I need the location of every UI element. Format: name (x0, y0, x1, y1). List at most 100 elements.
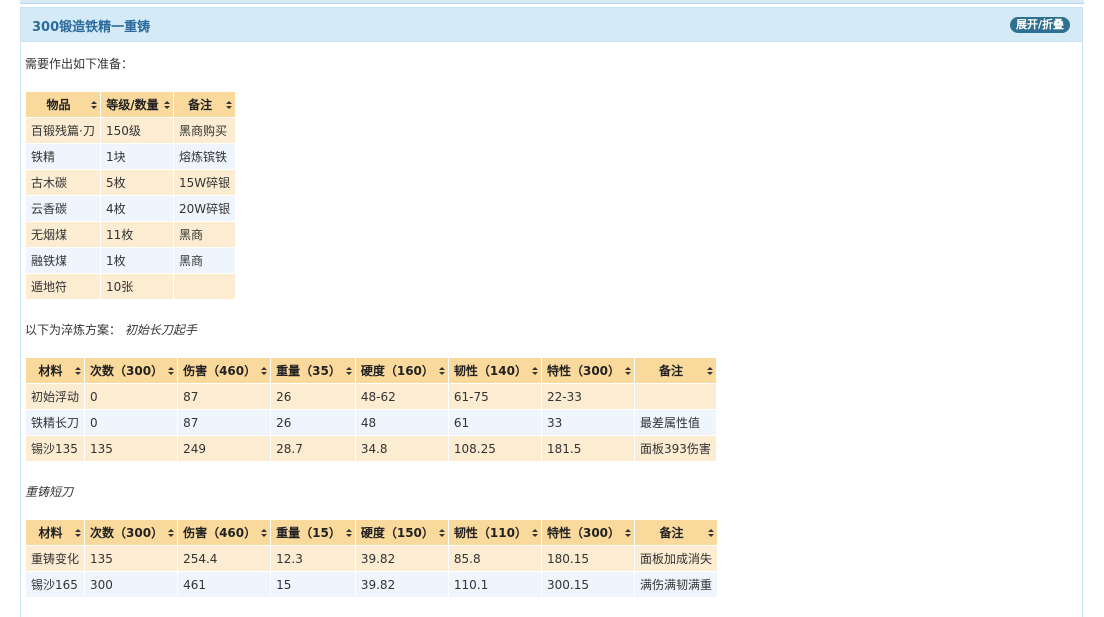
table-row: 锡沙135 135 249 28.7 34.8 108.25 181.5 面板3… (24, 435, 717, 462)
expand-collapse-button[interactable]: 展开/折叠 (1009, 17, 1070, 33)
column-header-note[interactable]: 备注 (172, 91, 237, 118)
sort-icon[interactable] (345, 367, 352, 375)
sort-icon[interactable] (226, 101, 233, 109)
column-header-level[interactable]: 等级/数量 (100, 91, 174, 118)
sort-icon[interactable] (164, 101, 170, 109)
table-cell: 33 (540, 409, 636, 436)
column-header-count[interactable]: 次数（300） (84, 519, 179, 546)
table-row: 锡沙165 300 461 15 39.82 110.1 300.15 满伤满韧… (24, 571, 719, 598)
recast-table: 材料 次数（300） 伤害（460） 重量（15） 硬度（150） 韧性（110… (24, 519, 719, 598)
sort-icon[interactable] (261, 529, 268, 537)
table-cell: 61 (447, 409, 542, 436)
table-cell: 锡沙165 (24, 571, 86, 598)
section-header: 300锻造铁精一重铸 展开/折叠 (21, 8, 1082, 42)
column-header-weight[interactable]: 重量（15） (270, 519, 356, 546)
sort-icon[interactable] (75, 367, 82, 375)
column-header-material[interactable]: 材料 (24, 357, 86, 384)
sort-icon[interactable] (706, 367, 713, 375)
table-row: 重铸变化 135 254.4 12.3 39.82 85.8 180.15 面板… (24, 545, 719, 572)
sort-icon[interactable] (438, 367, 445, 375)
table-cell: 1块 (100, 143, 174, 170)
column-header-note[interactable]: 备注 (634, 519, 719, 546)
table-cell: 181.5 (540, 435, 636, 462)
table-cell: 180.15 (540, 545, 636, 572)
table-cell (172, 273, 237, 300)
table-row: 古木碳 5枚 15W碎银 (25, 169, 237, 196)
column-header-note[interactable]: 备注 (634, 357, 717, 384)
table-cell: 20W碎银 (172, 195, 237, 222)
plan-name: 初始长刀起手 (124, 323, 197, 337)
column-header-material[interactable]: 材料 (24, 519, 86, 546)
table-cell: 黑商 (172, 247, 237, 274)
table-cell: 融铁煤 (25, 247, 101, 274)
table-cell: 461 (177, 571, 272, 598)
sort-icon[interactable] (708, 529, 715, 537)
column-header-damage[interactable]: 伤害（460） (177, 519, 272, 546)
sort-icon[interactable] (168, 529, 175, 537)
table-cell: 面板加成消失 (634, 545, 719, 572)
plan-table: 材料 次数（300） 伤害（460） 重量（35） 硬度（160） 韧性（140… (24, 357, 717, 462)
table-row: 铁精 1块 熔炼镔铁 (25, 143, 237, 170)
table-cell: 无烟煤 (25, 221, 101, 248)
table-cell: 300 (84, 571, 179, 598)
table-cell: 4枚 (100, 195, 174, 222)
table-cell: 249 (177, 435, 272, 462)
column-header-trait[interactable]: 特性（300） (540, 519, 636, 546)
table-cell (634, 383, 717, 410)
sort-icon[interactable] (75, 529, 82, 537)
table-cell: 150级 (100, 117, 174, 144)
table-cell: 重铸变化 (24, 545, 86, 572)
column-header-hardness[interactable]: 硬度（160） (354, 357, 449, 384)
table-cell: 39.82 (354, 571, 449, 598)
section-title: 300锻造铁精一重铸 (32, 20, 151, 35)
table-row: 铁精长刀 0 87 26 48 61 33 最差属性值 (24, 409, 717, 436)
sort-icon[interactable] (625, 367, 632, 375)
sort-icon[interactable] (345, 529, 352, 537)
table-cell: 26 (270, 383, 356, 410)
table-cell: 黑商购买 (172, 117, 237, 144)
column-header-hardness[interactable]: 硬度（150） (354, 519, 449, 546)
intro-text: 需要作出如下准备： (25, 57, 134, 71)
table-cell: 初始浮动 (24, 383, 86, 410)
table-cell: 铁精长刀 (24, 409, 86, 436)
table-cell: 5枚 (100, 169, 174, 196)
table-cell: 铁精 (25, 143, 101, 170)
column-header-damage[interactable]: 伤害（460） (177, 357, 272, 384)
table-cell: 48 (354, 409, 449, 436)
table-cell: 26 (270, 409, 356, 436)
table-cell: 87 (177, 409, 272, 436)
column-header-weight[interactable]: 重量（35） (270, 357, 356, 384)
table-cell: 48-62 (354, 383, 449, 410)
table-cell: 百锻残篇·刀 (25, 117, 101, 144)
table-cell: 古木碳 (25, 169, 101, 196)
sort-icon[interactable] (531, 529, 538, 537)
sort-icon[interactable] (531, 367, 538, 375)
table-cell: 0 (84, 409, 179, 436)
column-header-item[interactable]: 物品 (25, 91, 101, 118)
sort-icon[interactable] (261, 367, 268, 375)
table-cell: 黑商 (172, 221, 237, 248)
table-cell: 39.82 (354, 545, 449, 572)
table-cell: 1枚 (100, 247, 174, 274)
table-cell: 0 (84, 383, 179, 410)
table-cell: 61-75 (447, 383, 542, 410)
plan-label: 以下为淬炼方案： (25, 323, 122, 337)
column-header-trait[interactable]: 特性（300） (540, 357, 636, 384)
sort-icon[interactable] (91, 101, 97, 109)
table-row: 遁地符 10张 (25, 273, 237, 300)
table-cell: 锡沙135 (24, 435, 86, 462)
column-header-count[interactable]: 次数（300） (84, 357, 179, 384)
column-header-toughness[interactable]: 韧性（110） (447, 519, 542, 546)
prep-table: 物品 等级/数量 备注 百锻残篇·刀 150级 黑商购买 铁精 1块 熔炼镔铁 … (25, 91, 237, 300)
sort-icon[interactable] (438, 529, 445, 537)
sort-icon[interactable] (625, 529, 632, 537)
table-cell: 22-33 (540, 383, 636, 410)
table-row: 云香碳 4枚 20W碎银 (25, 195, 237, 222)
table-cell: 28.7 (270, 435, 356, 462)
table-cell: 11枚 (100, 221, 174, 248)
plan-caption: 以下为淬炼方案： 初始长刀起手 (25, 321, 197, 338)
sort-icon[interactable] (168, 367, 175, 375)
column-header-toughness[interactable]: 韧性（140） (447, 357, 542, 384)
table-cell: 300.15 (540, 571, 636, 598)
table-cell: 12.3 (270, 545, 356, 572)
